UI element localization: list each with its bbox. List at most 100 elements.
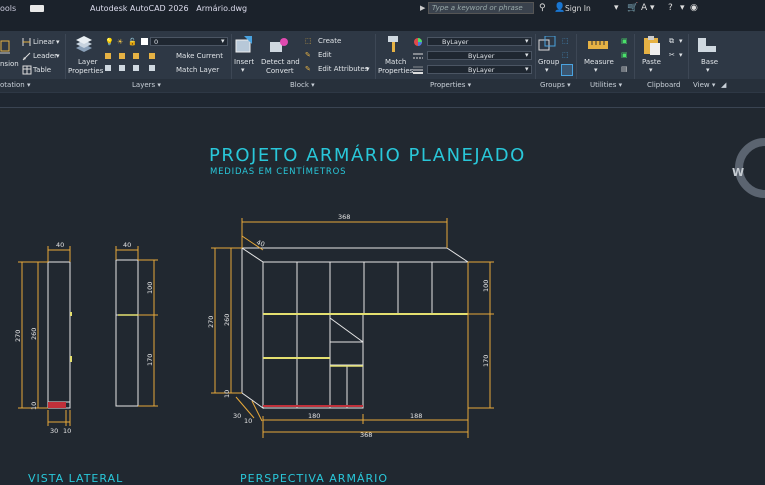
dim-270-b: 270 xyxy=(207,316,215,328)
linear-dropdown-icon[interactable]: ▾ xyxy=(56,38,60,46)
base-plinth-left xyxy=(48,402,66,408)
measure-button[interactable]: Measure xyxy=(584,58,614,66)
leader-icon xyxy=(22,52,31,61)
edit-block-icon: ✎ xyxy=(305,51,311,59)
panel-title-utilities[interactable]: Utilities ▾ xyxy=(590,81,622,89)
cut-icon[interactable]: ✂ xyxy=(669,51,675,59)
app-title: Autodesk AutoCAD 2026 Armário.dwg xyxy=(90,4,248,13)
dim-188: 188 xyxy=(410,412,422,420)
paste-dropdown-icon[interactable]: ▾ xyxy=(649,66,653,74)
insert-button[interactable]: Insert xyxy=(234,58,254,66)
match-properties-icon xyxy=(388,36,398,52)
panel-title-groups[interactable]: Groups ▾ xyxy=(540,81,571,89)
layer-properties-label2[interactable]: Properties xyxy=(68,67,103,75)
color-wheel-icon xyxy=(414,38,422,46)
layer-lock-icon[interactable]: 🔓 xyxy=(128,38,137,46)
match-properties-button[interactable]: Match xyxy=(385,58,406,66)
sign-in-link[interactable]: Sign In xyxy=(565,4,591,13)
leader-dropdown-icon[interactable]: ▾ xyxy=(56,52,60,60)
cabinet-perspective xyxy=(241,247,469,409)
dropdown-icon[interactable]: ▾ xyxy=(614,3,619,13)
linear-button[interactable]: Linear xyxy=(33,38,55,46)
make-current-button[interactable]: Make Current xyxy=(176,52,223,60)
search-input[interactable]: Type a keyword or phrase xyxy=(428,2,534,14)
copy-clip-icon[interactable]: ⧉ xyxy=(669,37,674,46)
group-selection-icon[interactable] xyxy=(561,64,573,76)
group-dropdown-icon[interactable]: ▾ xyxy=(545,66,549,74)
panel-title-block[interactable]: Block ▾ xyxy=(290,81,315,89)
label-vista-lateral: VISTA LATERAL xyxy=(28,472,124,485)
menu-strip xyxy=(0,18,765,31)
edit-block-button[interactable]: Edit xyxy=(318,51,332,59)
layer-dropdown[interactable]: 0 xyxy=(150,37,228,46)
color-dropdown-arrow-icon[interactable]: ▾ xyxy=(525,37,529,45)
cart-icon[interactable]: 🛒 xyxy=(627,3,638,13)
layer-dropdown-arrow-icon[interactable]: ▾ xyxy=(221,37,225,45)
color-dropdown[interactable]: ByLayer xyxy=(427,37,532,46)
linetype-dropdown-arrow-icon[interactable]: ▾ xyxy=(525,51,529,59)
create-block-button[interactable]: Create xyxy=(318,37,341,45)
edit-attributes-button[interactable]: Edit Attributes xyxy=(318,65,368,73)
panel-title-layers[interactable]: Layers ▾ xyxy=(132,81,161,89)
paste-button[interactable]: Paste xyxy=(642,58,661,66)
lineweight-dropdown[interactable]: ByLayer xyxy=(427,65,532,74)
search-arrow-icon[interactable]: ▶ xyxy=(420,4,425,12)
viewcube-west-label[interactable]: W xyxy=(732,166,744,179)
dimension-icon[interactable] xyxy=(0,39,12,79)
layer-properties-button[interactable]: Layer xyxy=(78,58,98,66)
select-all-icon[interactable]: ▣ xyxy=(621,51,628,59)
cut-dropdown-icon[interactable]: ▾ xyxy=(679,51,683,59)
dim-30-a: 30 xyxy=(50,427,58,435)
lineweight-dropdown-arrow-icon[interactable]: ▾ xyxy=(525,65,529,73)
chevron-down-icon[interactable]: ▾ xyxy=(650,3,655,13)
panel-title-clipboard[interactable]: Clipboard xyxy=(647,81,680,89)
insert-icon xyxy=(235,36,252,53)
detect-convert-button[interactable]: Detect and xyxy=(261,58,300,66)
ungroup-icon[interactable]: ⬚ xyxy=(562,37,569,45)
layer-properties-icon xyxy=(76,36,92,52)
panel-title-properties[interactable]: Properties ▾ xyxy=(430,81,471,89)
user-icon[interactable]: 👤 xyxy=(554,3,565,13)
ribbon-panel-titles: otation ▾ Layers ▾ Block ▾ Properties ▾ … xyxy=(0,79,765,92)
measure-icon xyxy=(588,41,608,49)
leader-button[interactable]: Leader xyxy=(33,52,57,60)
match-layer-button[interactable]: Match Layer xyxy=(176,66,219,74)
group-button[interactable]: Group xyxy=(538,58,559,66)
insert-dropdown-icon[interactable]: ▾ xyxy=(241,66,245,74)
assistant-icon[interactable]: ◉ xyxy=(690,3,698,13)
help-dropdown-icon[interactable]: ▾ xyxy=(680,3,685,13)
search-icon[interactable]: ⚲ xyxy=(539,3,546,13)
copy-dropdown-icon[interactable]: ▾ xyxy=(679,37,683,45)
layer-tools-icons[interactable] xyxy=(105,52,165,74)
dim-270-a: 270 xyxy=(14,330,22,342)
base-dropdown-icon[interactable]: ▾ xyxy=(706,66,710,74)
workspace-icon[interactable] xyxy=(30,5,44,12)
dim-10-a: 10 xyxy=(30,402,38,410)
table-button[interactable]: Table xyxy=(33,66,51,74)
side-view-right xyxy=(115,259,139,407)
layer-sun-icon[interactable]: ☀ xyxy=(117,38,123,46)
panel-title-annotation[interactable]: otation ▾ xyxy=(0,81,30,89)
quick-select-icon[interactable]: ▣ xyxy=(621,37,628,45)
dim-100-a: 100 xyxy=(146,282,154,294)
app-icon[interactable]: A xyxy=(641,3,647,13)
group-edit-icon[interactable]: ⬚ xyxy=(562,51,569,59)
match-properties-label2[interactable]: Properties xyxy=(378,67,413,75)
detect-convert-label2[interactable]: Convert xyxy=(266,67,294,75)
ribbon-expand-icon[interactable]: ◢ xyxy=(721,81,726,89)
dim-40-b: 40 xyxy=(123,241,131,249)
edit-attributes-dropdown-icon[interactable]: ▾ xyxy=(366,65,370,73)
dimension-label[interactable]: nsion xyxy=(0,60,19,68)
quick-access-label[interactable]: ools xyxy=(0,4,16,13)
cad-drawing[interactable]: 40 40 270 260 10 30 10 100 170 368 40 27… xyxy=(0,108,765,480)
calculator-icon[interactable]: ▤ xyxy=(621,65,628,73)
layer-bulb-icon[interactable]: 💡 xyxy=(105,38,114,46)
table-icon xyxy=(22,65,32,75)
dimension-lines xyxy=(18,218,494,438)
base-button[interactable]: Base xyxy=(701,58,718,66)
dimension-texts: 40 40 270 260 10 30 10 100 170 368 40 27… xyxy=(14,213,490,439)
measure-dropdown-icon[interactable]: ▾ xyxy=(594,66,598,74)
linetype-dropdown[interactable]: ByLayer xyxy=(427,51,532,60)
panel-title-view[interactable]: View ▾ xyxy=(693,81,715,89)
help-icon[interactable]: ? xyxy=(668,3,673,13)
